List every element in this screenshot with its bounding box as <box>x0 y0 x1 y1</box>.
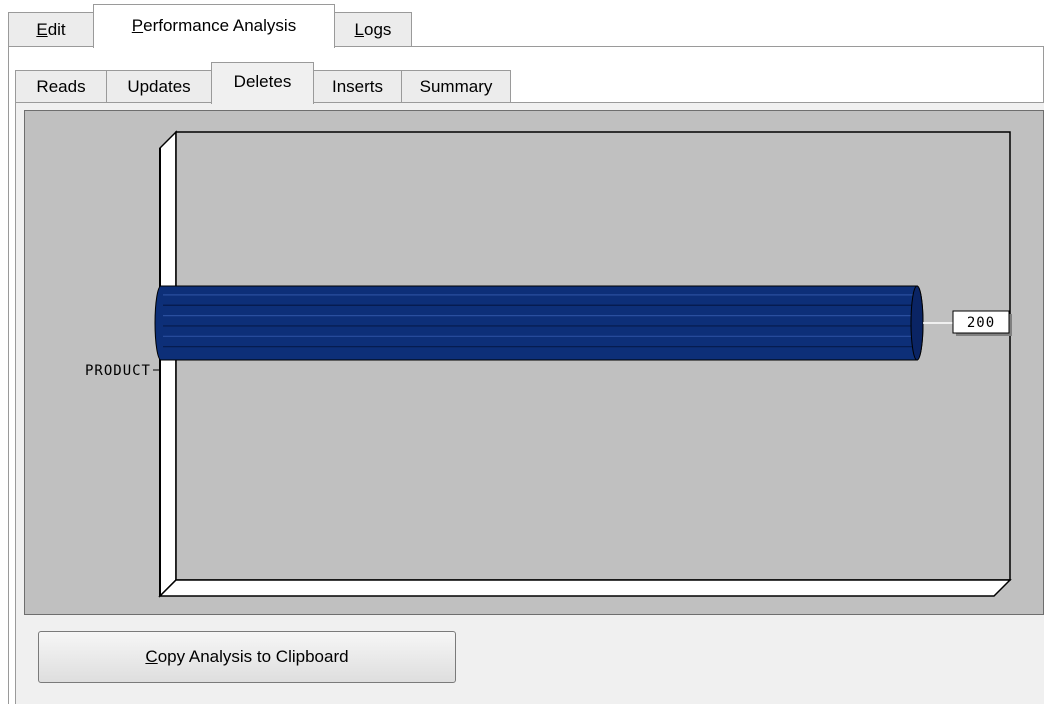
data-label: 200 <box>967 315 995 331</box>
tab-updates[interactable]: Updates <box>106 70 212 102</box>
left-wall <box>159 130 177 598</box>
copy-button-label: opy Analysis to Clipboard <box>157 647 349 666</box>
category-label: PRODUCT <box>85 363 151 379</box>
floor <box>158 579 1012 597</box>
tab-performance-accel: P <box>131 16 144 35</box>
tab-logs[interactable]: Logs <box>334 12 412 46</box>
tab-deletes[interactable]: Deletes <box>211 62 314 104</box>
tab-summary[interactable]: Summary <box>401 70 511 102</box>
copy-analysis-button[interactable]: Copy Analysis to Clipboard <box>38 631 456 683</box>
tab-logs-accel: L <box>354 20 365 39</box>
sub-tab-strip-line <box>15 102 1044 103</box>
tab-logs-label: ogs <box>364 20 392 39</box>
bar-end-cap <box>910 285 924 361</box>
copy-button-accel: C <box>145 647 158 666</box>
tab-performance-analysis[interactable]: Performance Analysis <box>93 4 335 48</box>
tab-inserts[interactable]: Inserts <box>313 70 402 102</box>
deletes-chart: PRODUCT 200 <box>24 110 1044 615</box>
tab-edit-label: dit <box>47 20 66 39</box>
chart-svg: PRODUCT 200 <box>85 130 1012 598</box>
bar-product <box>154 285 924 361</box>
tab-edit[interactable]: Edit <box>8 12 94 46</box>
tab-edit-accel: E <box>36 20 48 39</box>
tab-reads[interactable]: Reads <box>15 70 107 102</box>
tab-performance-label: erformance Analysis <box>143 16 297 35</box>
